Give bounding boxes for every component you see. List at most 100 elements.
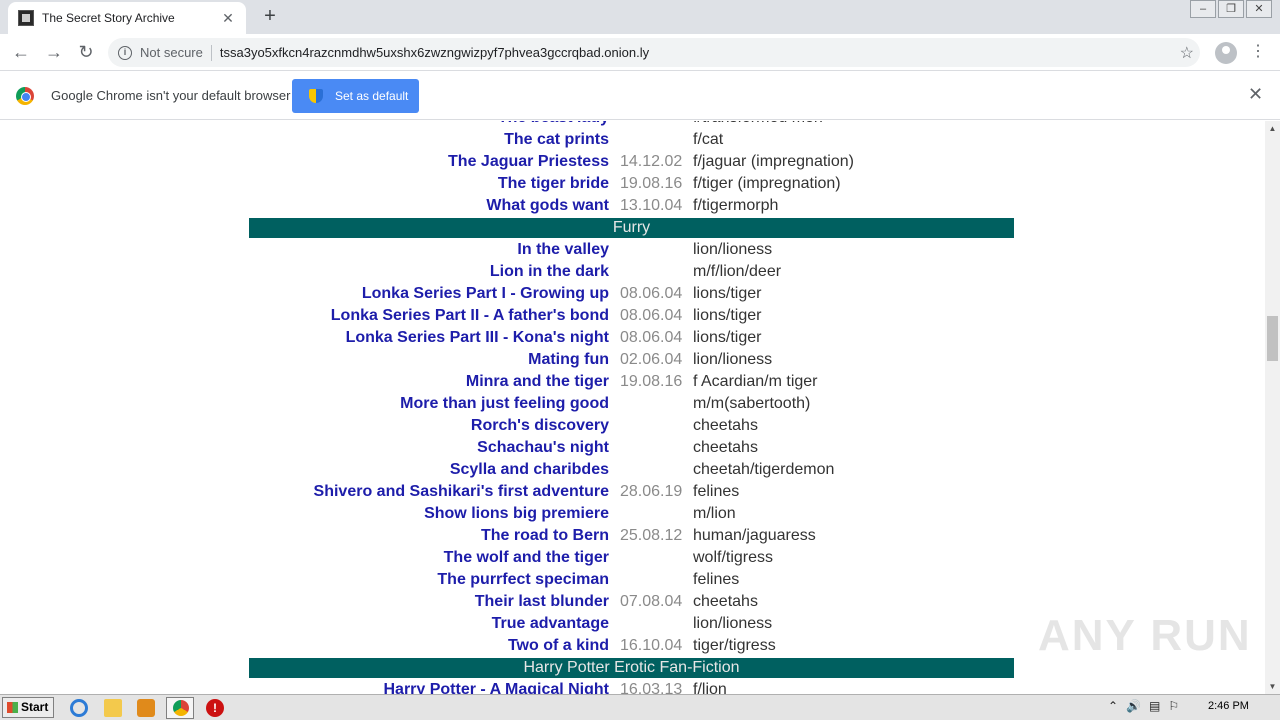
story-date: 02.06.04 — [620, 351, 683, 368]
network-icon[interactable]: ▤ — [1149, 699, 1160, 713]
set-as-default-label: Set as default — [335, 89, 409, 103]
window-controls: – ❐ ✕ — [1188, 0, 1272, 18]
story-row: What gods want 13.10.04 f/tigermorph — [0, 195, 1265, 217]
chrome-logo-icon — [16, 87, 34, 105]
story-tags: f/transformed men — [693, 121, 823, 129]
infobar-close-icon[interactable]: ✕ — [1248, 84, 1263, 105]
story-link[interactable]: In the valley — [517, 239, 609, 261]
story-tags: lions/tiger — [693, 329, 762, 346]
story-tags: human/jaguaress — [693, 527, 816, 544]
story-link[interactable]: The Jaguar Priestess — [448, 151, 609, 173]
media-player-icon[interactable] — [137, 699, 155, 717]
story-link[interactable]: Two of a kind — [508, 635, 609, 657]
story-link[interactable]: The beast lady — [498, 121, 609, 129]
stop-icon[interactable]: ! — [206, 699, 224, 717]
story-date: 08.06.04 — [620, 285, 683, 302]
story-link[interactable]: The tiger bride — [498, 173, 609, 195]
story-row: Lion in the dark m/f/lion/deer — [0, 261, 1265, 283]
volume-icon[interactable]: 🔊 — [1126, 699, 1141, 713]
scrollbar-thumb[interactable] — [1267, 316, 1278, 361]
profile-avatar-icon[interactable] — [1215, 42, 1237, 64]
story-row: The wolf and the tiger wolf/tigress — [0, 547, 1265, 569]
browser-tab[interactable]: The Secret Story Archive ✕ — [8, 2, 246, 34]
story-tags: f/tiger (impregnation) — [693, 175, 841, 192]
story-link[interactable]: What gods want — [486, 195, 609, 217]
story-date: 25.08.12 — [620, 527, 683, 544]
internet-explorer-icon[interactable] — [70, 699, 88, 717]
story-tags: lions/tiger — [693, 285, 762, 302]
story-date: 19.08.16 — [620, 175, 683, 192]
default-browser-infobar: Google Chrome isn't your default browser… — [0, 71, 1280, 120]
story-link[interactable]: Lion in the dark — [490, 261, 609, 283]
story-row: Shivero and Sashikari's first adventure 2… — [0, 481, 1265, 503]
flag-icon[interactable]: ⚐ — [1168, 699, 1179, 713]
story-link[interactable]: The cat prints — [504, 129, 609, 151]
story-row: Scylla and charibdes cheetah/tigerdemon — [0, 459, 1265, 481]
tray-expand-icon[interactable]: ⌃ — [1108, 699, 1118, 713]
story-row: The tiger bride 19.08.16 f/tiger (impregna… — [0, 173, 1265, 195]
start-button[interactable]: Start — [2, 697, 54, 718]
story-link[interactable]: Scylla and charibdes — [450, 459, 609, 481]
story-link[interactable]: Schachau's night — [477, 437, 609, 459]
story-tags: lions/tiger — [693, 307, 762, 324]
story-link[interactable]: The purrfect speciman — [437, 569, 609, 591]
address-bar[interactable]: i Not secure tssa3yo5xfkcn4razcnmdhw5uxs… — [108, 38, 1200, 67]
story-link[interactable]: Show lions big premiere — [424, 503, 609, 525]
info-icon[interactable]: i — [118, 45, 132, 60]
story-row: Lonka Series Part I - Growing up 08.06.04… — [0, 283, 1265, 305]
story-tags: cheetahs — [693, 439, 758, 456]
story-tags: tiger/tigress — [693, 637, 776, 654]
story-tags: cheetah/tigerdemon — [693, 461, 835, 478]
chrome-taskbar-icon[interactable] — [166, 697, 194, 719]
story-link[interactable]: Minra and the tiger — [466, 371, 609, 393]
story-date: 08.06.04 — [620, 329, 683, 346]
story-tags: felines — [693, 571, 740, 588]
scroll-down-icon[interactable]: ▼ — [1265, 679, 1280, 694]
story-date: 19.08.16 — [620, 373, 683, 390]
set-as-default-button[interactable]: Set as default — [292, 79, 419, 113]
story-link[interactable]: The road to Bern — [481, 525, 609, 547]
browser-titlebar: The Secret Story Archive ✕ + – ❐ ✕ — [0, 0, 1280, 34]
url-text[interactable]: tssa3yo5xfkcn4razcnmdhw5uxshx6zwzngwizpy… — [220, 45, 649, 60]
shield-icon — [309, 89, 323, 103]
story-link[interactable]: The wolf and the tiger — [444, 547, 609, 569]
menu-kebab-icon[interactable]: ⋮ — [1250, 42, 1266, 62]
story-link[interactable]: Harry Potter - A Magical Night — [383, 679, 609, 694]
taskbar-clock: 2:46 PM — [1208, 700, 1249, 712]
story-link[interactable]: True advantage — [492, 613, 609, 635]
story-link[interactable]: Shivero and Sashikari's first adventure — [314, 481, 609, 503]
story-tags: f/jaguar (impregnation) — [693, 153, 854, 170]
story-link[interactable]: Rorch's discovery — [471, 415, 609, 437]
minimize-button[interactable]: – — [1190, 0, 1216, 18]
tab-close-icon[interactable]: ✕ — [220, 10, 236, 26]
new-tab-button[interactable]: + — [258, 6, 282, 28]
story-date: 16.03.13 — [620, 681, 683, 694]
scroll-up-icon[interactable]: ▲ — [1265, 121, 1280, 136]
forward-arrow-icon[interactable]: → — [43, 42, 65, 64]
file-explorer-icon[interactable] — [104, 699, 122, 717]
close-window-button[interactable]: ✕ — [1246, 0, 1272, 18]
infobar-message: Google Chrome isn't your default browser — [51, 88, 291, 103]
story-row: Minra and the tiger 19.08.16 f Acardian/m … — [0, 371, 1265, 393]
story-link[interactable]: Mating fun — [528, 349, 609, 371]
story-row: Mating fun 02.06.04 lion/lioness — [0, 349, 1265, 371]
restore-button[interactable]: ❐ — [1218, 0, 1244, 18]
vertical-scrollbar[interactable]: ▲ ▼ — [1265, 121, 1280, 694]
reload-icon[interactable]: ↻ — [75, 42, 97, 64]
windows-taskbar: Start ! ⌃ 🔊 ▤ ⚐ 2:46 PM — [0, 694, 1280, 720]
story-date: 13.10.04 — [620, 197, 683, 214]
story-link[interactable]: Lonka Series Part I - Growing up — [362, 283, 609, 305]
story-tags: f/cat — [693, 131, 724, 148]
section-header-harry-potter: Harry Potter Erotic Fan-Fiction — [249, 658, 1014, 678]
story-link[interactable]: Lonka Series Part II - A father's bond — [331, 305, 609, 327]
story-date: 08.06.04 — [620, 307, 683, 324]
story-row: The Jaguar Priestess 14.12.02 f/jaguar (im… — [0, 151, 1265, 173]
story-link[interactable]: Lonka Series Part III - Kona's night — [346, 327, 609, 349]
browser-toolbar: ← → ↻ i Not secure tssa3yo5xfkcn4razcnmd… — [0, 34, 1280, 71]
site-favicon-icon — [18, 10, 34, 26]
story-link[interactable]: Their last blunder — [475, 591, 609, 613]
story-link[interactable]: More than just feeling good — [400, 393, 609, 415]
back-arrow-icon[interactable]: ← — [10, 42, 32, 64]
story-row: In the valley lion/lioness — [0, 239, 1265, 261]
bookmark-star-icon[interactable]: ☆ — [1180, 43, 1194, 63]
